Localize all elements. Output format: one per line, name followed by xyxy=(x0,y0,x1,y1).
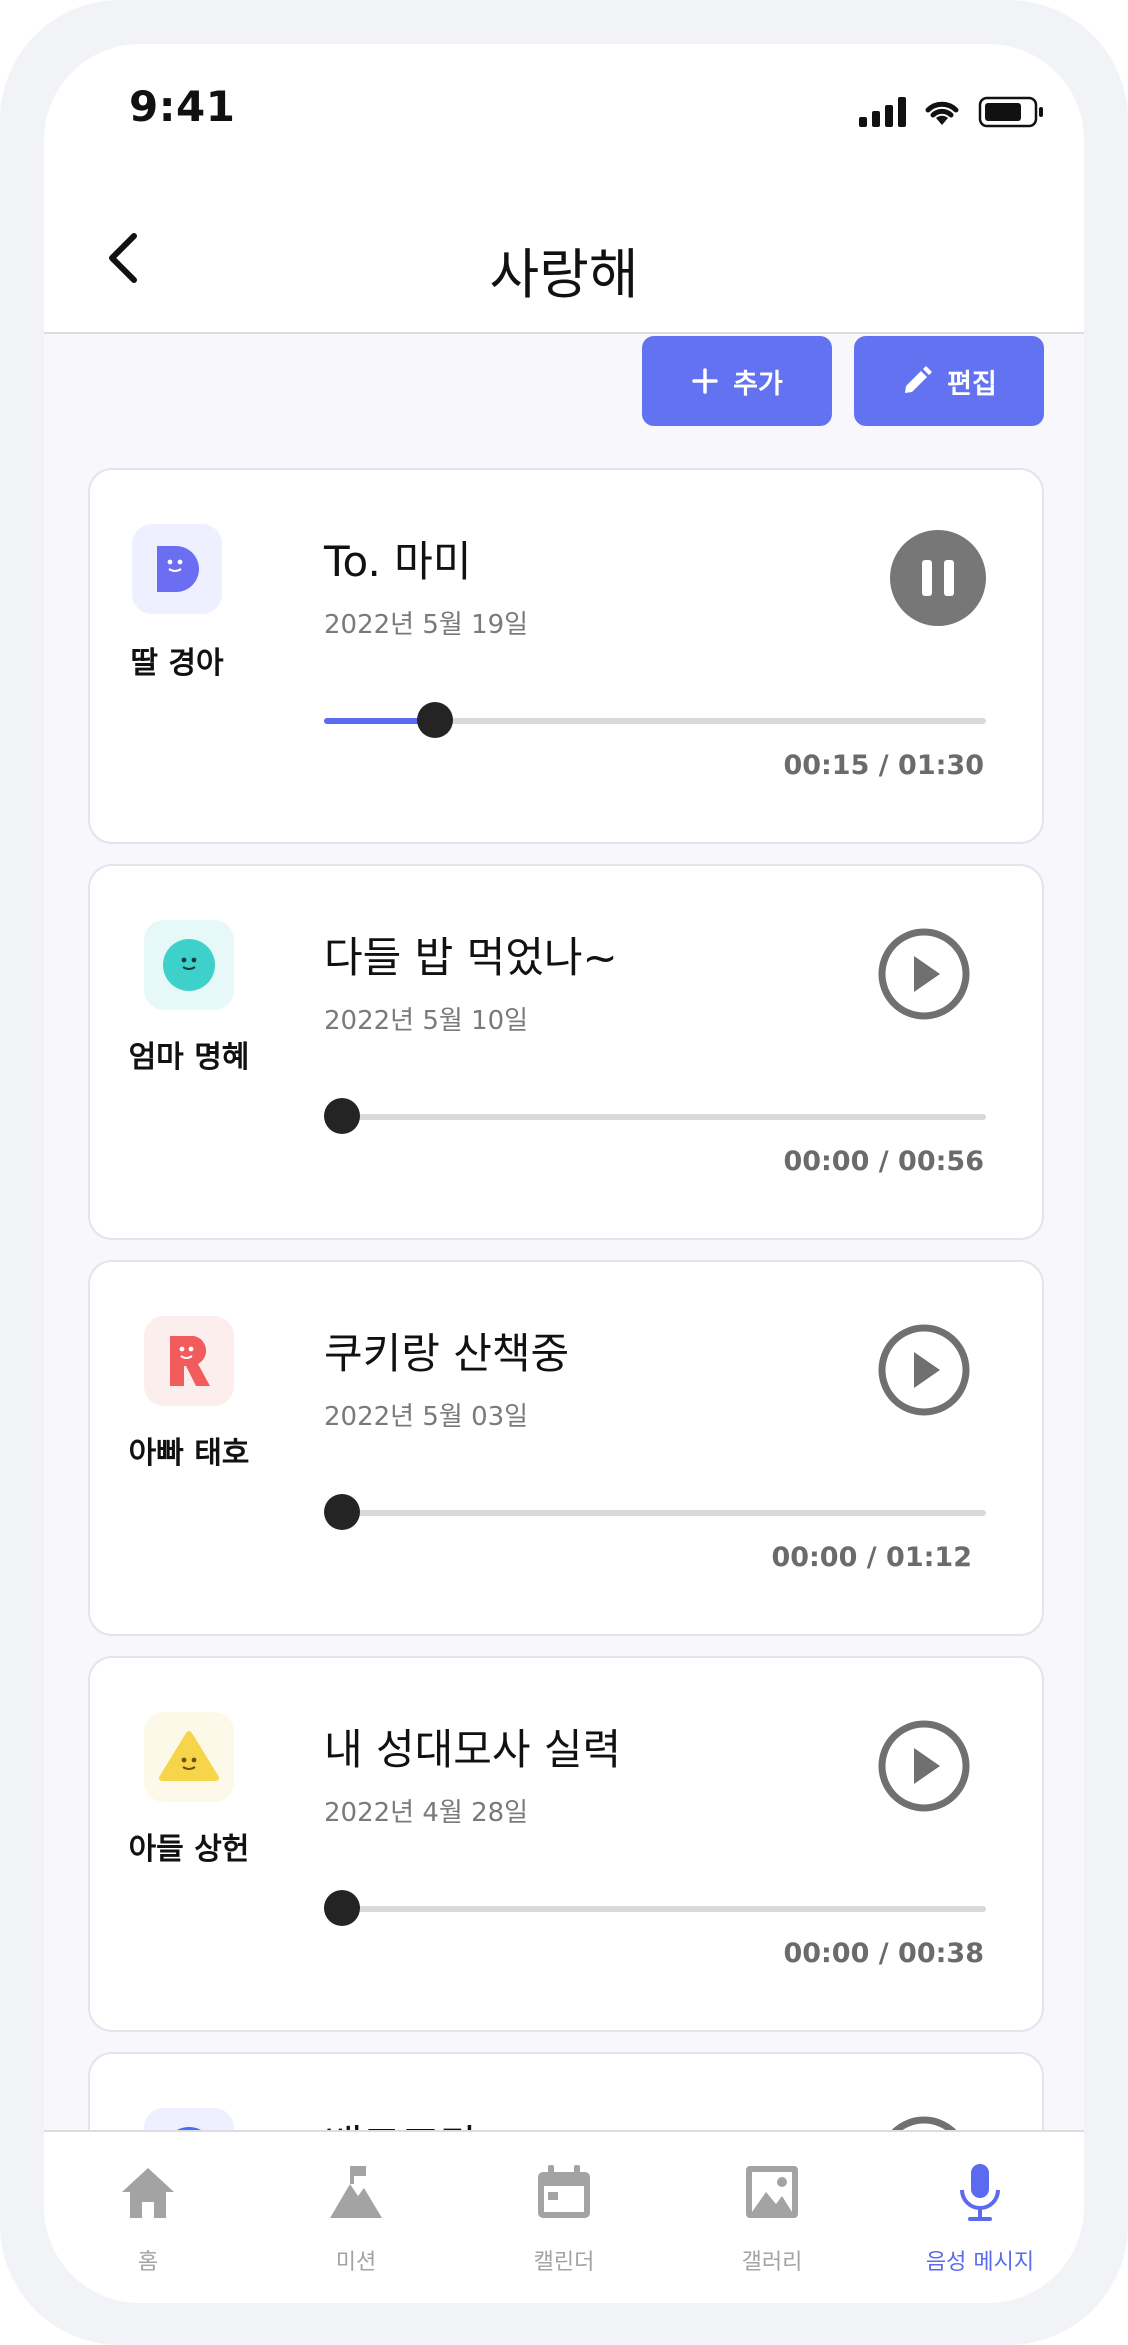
tab-label: 미션 xyxy=(335,2250,377,2275)
device-frame: 9:41 사랑해 추가 편집 딸 경아 To. 마미 2022년 5월 19일 … xyxy=(0,0,1128,2345)
message-title: 내 성대모사 실력 xyxy=(324,1725,622,1774)
playback-time: 00:00 / 01:12 xyxy=(771,1542,972,1573)
play-button[interactable] xyxy=(876,1322,972,1418)
tab-label: 홈 xyxy=(137,2250,159,2275)
tab-label: 갤러리 xyxy=(741,2250,803,2275)
wifi-icon xyxy=(925,101,959,125)
screen: 9:41 사랑해 추가 편집 딸 경아 To. 마미 2022년 5월 19일 … xyxy=(44,44,1084,2303)
page-title: 사랑해 xyxy=(489,243,639,306)
progress-track[interactable] xyxy=(323,1890,986,1926)
message-card[interactable]: 엄마 명혜 다들 밥 먹었나~ 2022년 5월 10일 00:00 / 00:… xyxy=(88,864,1044,1240)
message-title: 다들 밥 먹었나~ xyxy=(324,933,618,982)
tab-voice-message[interactable]: 음성 메시지 xyxy=(876,2132,1084,2303)
playback-time: 00:15 / 01:30 xyxy=(783,750,984,781)
avatar xyxy=(144,1316,234,1406)
status-time: 9:41 xyxy=(129,82,236,131)
bottom-tab-bar: 홈 미션 캘린더 갤러리 음성 메시지 xyxy=(44,2130,1084,2303)
battery-icon xyxy=(978,96,1043,128)
circle-face-icon xyxy=(144,920,234,1010)
sender-name: 아빠 태호 xyxy=(128,1436,250,1471)
add-button[interactable]: 추가 xyxy=(642,336,832,426)
sender-name: 엄마 명혜 xyxy=(128,1040,250,1075)
message-title: 쿠키랑 산책중 xyxy=(324,1329,570,1378)
pause-bar xyxy=(922,560,932,596)
progress-knob[interactable] xyxy=(416,702,453,738)
pause-button[interactable] xyxy=(890,530,986,626)
triangle-face-icon xyxy=(144,1712,234,1802)
tab-calendar[interactable]: 캘린더 xyxy=(460,2132,668,2303)
app-header: 사랑해 xyxy=(44,164,1084,334)
message-date: 2022년 5월 03일 xyxy=(324,1402,529,1432)
tab-label: 캘린더 xyxy=(533,2250,595,2275)
message-date: 2022년 4월 28일 xyxy=(324,1798,529,1828)
mountain-flag-icon xyxy=(330,2166,382,2218)
edit-button-label: 편집 xyxy=(947,368,997,400)
d-face-icon xyxy=(132,524,222,614)
message-title: To. 마미 xyxy=(324,537,472,586)
status-bar: 9:41 xyxy=(44,44,1084,164)
add-button-label: 추가 xyxy=(733,368,783,400)
message-date: 2022년 5월 10일 xyxy=(324,1006,529,1036)
play-button[interactable] xyxy=(876,1718,972,1814)
message-card[interactable]: 딸 경아 To. 마미 2022년 5월 19일 00:15 / 01:30 xyxy=(88,468,1044,844)
plus-icon xyxy=(692,368,718,394)
r-face-icon xyxy=(144,1316,234,1406)
progress-track[interactable] xyxy=(324,702,986,738)
tab-label: 음성 메시지 xyxy=(925,2250,1035,2275)
pencil-icon xyxy=(905,366,933,393)
message-card[interactable]: 아들 상헌 내 성대모사 실력 2022년 4월 28일 00:00 / 00:… xyxy=(88,1656,1044,2032)
progress-track[interactable] xyxy=(323,1494,986,1530)
progress-track[interactable] xyxy=(323,1098,986,1134)
status-icons xyxy=(859,92,1044,132)
gallery-icon xyxy=(746,2166,798,2218)
message-card[interactable]: 아빠 태호 쿠키랑 산책중 2022년 5월 03일 00:00 / 01:12 xyxy=(88,1260,1044,1636)
tab-gallery[interactable]: 갤러리 xyxy=(668,2132,876,2303)
home-icon xyxy=(122,2168,174,2218)
avatar xyxy=(132,524,222,614)
microphone-icon xyxy=(960,2164,1000,2221)
playback-time: 00:00 / 00:38 xyxy=(783,1938,984,1969)
progress-knob[interactable] xyxy=(323,1890,360,1926)
tab-mission[interactable]: 미션 xyxy=(252,2132,460,2303)
edit-button[interactable]: 편집 xyxy=(854,336,1044,426)
progress-knob[interactable] xyxy=(323,1098,360,1134)
calendar-icon xyxy=(538,2165,590,2218)
progress-knob[interactable] xyxy=(323,1494,360,1530)
message-date: 2022년 5월 19일 xyxy=(324,610,529,640)
playback-time: 00:00 / 00:56 xyxy=(783,1146,984,1177)
signal-icon xyxy=(859,97,906,127)
sender-name: 아들 상헌 xyxy=(128,1832,250,1867)
play-button[interactable] xyxy=(876,926,972,1022)
pause-bar xyxy=(944,560,954,596)
tab-home[interactable]: 홈 xyxy=(44,2132,252,2303)
avatar xyxy=(144,1712,234,1802)
sender-name: 딸 경아 xyxy=(130,646,224,681)
avatar xyxy=(144,920,234,1010)
